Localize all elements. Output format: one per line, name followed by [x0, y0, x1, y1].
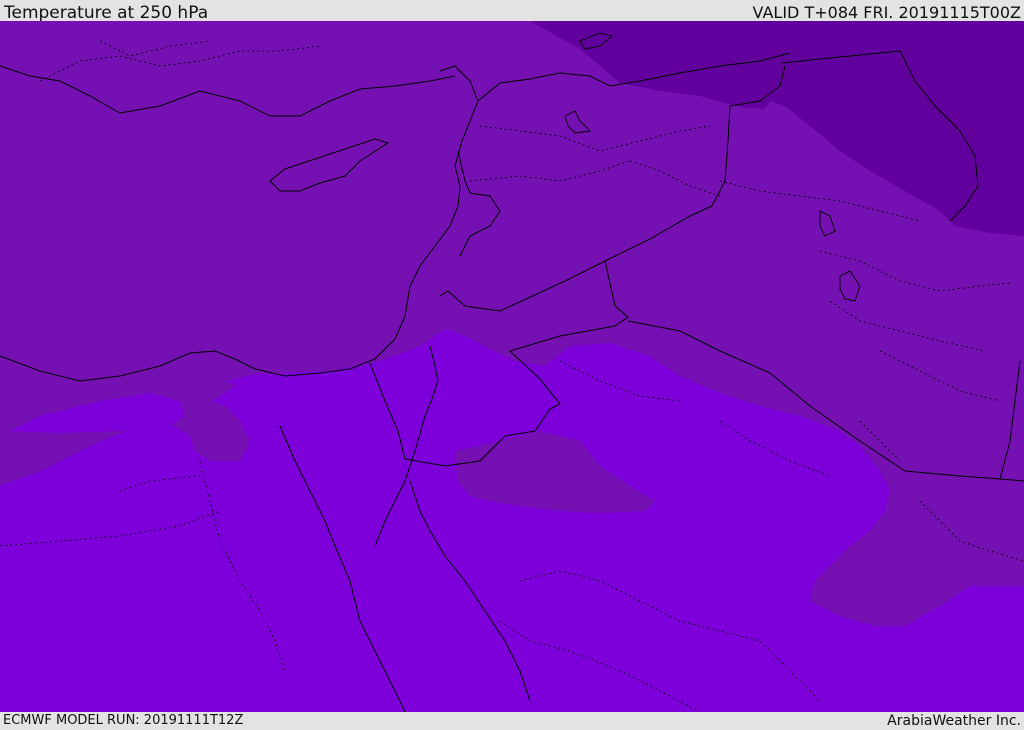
model-run-label: ECMWF MODEL RUN: 20191111T12Z: [3, 713, 244, 728]
footer-bar: ECMWF MODEL RUN: 20191111T12Z ArabiaWeat…: [0, 712, 1024, 729]
map-panel: [0, 21, 1024, 712]
header-bar: Temperature at 250 hPa VALID T+084 FRI. …: [0, 0, 1024, 23]
map-title: Temperature at 250 hPa: [4, 3, 209, 23]
valid-time: VALID T+084 FRI. 20191115T00Z: [752, 3, 1021, 22]
temperature-map: [0, 21, 1024, 712]
credit-label: ArabiaWeather Inc.: [887, 713, 1021, 729]
